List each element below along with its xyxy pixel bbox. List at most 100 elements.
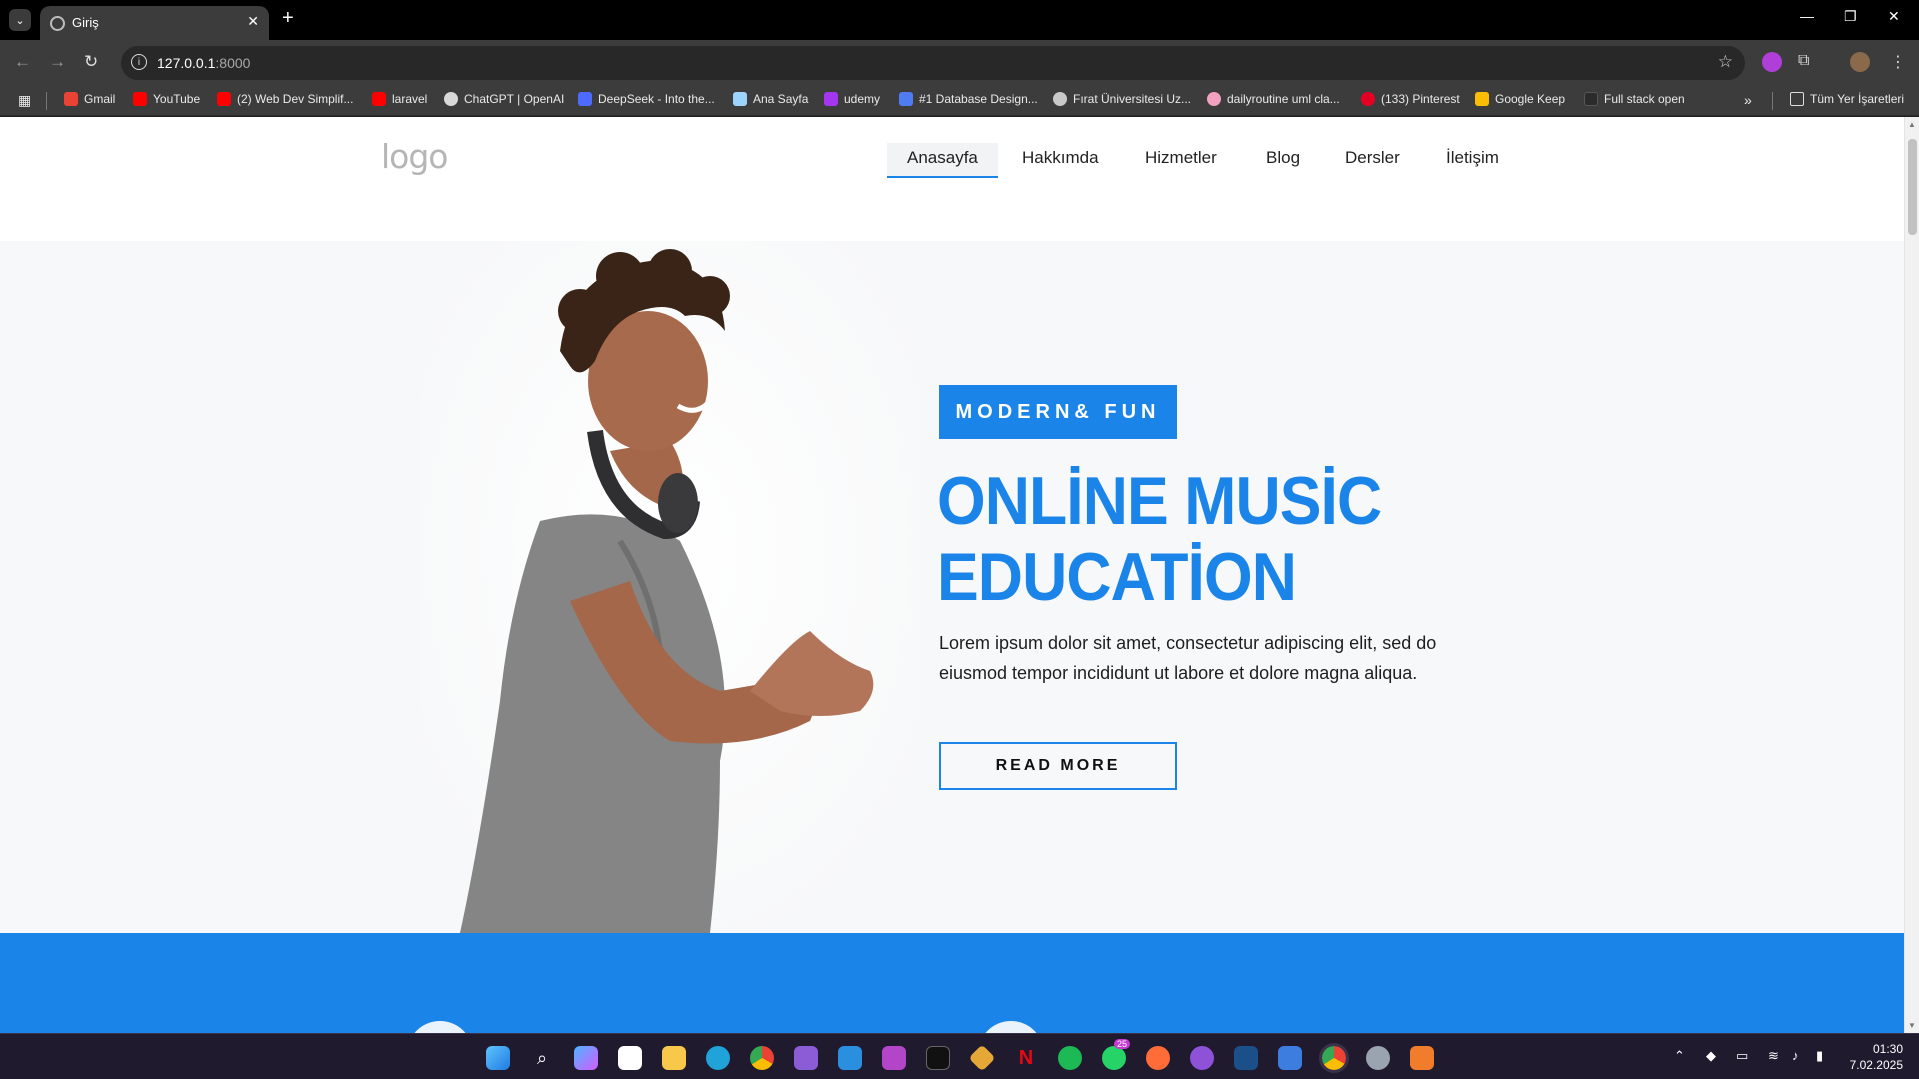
site-info-icon[interactable]: i bbox=[131, 54, 147, 70]
reload-button[interactable]: ↻ bbox=[84, 52, 98, 72]
bookmark-star-icon[interactable]: ☆ bbox=[1718, 52, 1733, 72]
tab-search-button[interactable]: ⌄ bbox=[9, 9, 31, 31]
hero-description: Lorem ipsum dolor sit amet, consectetur … bbox=[939, 633, 1437, 683]
extension-icon[interactable] bbox=[1762, 52, 1782, 72]
extensions-puzzle-icon[interactable]: ⧉ bbox=[1798, 52, 1809, 70]
apps-grid-icon[interactable]: ▦ bbox=[18, 92, 31, 109]
vscode-icon[interactable] bbox=[838, 1046, 862, 1070]
nav-hakkimda[interactable]: Hakkımda bbox=[1002, 143, 1119, 176]
netflix-icon[interactable]: N bbox=[1014, 1046, 1038, 1070]
system-clock[interactable]: 01:30 7.02.2025 bbox=[1850, 1041, 1903, 1073]
chrome-active-icon[interactable] bbox=[1319, 1043, 1349, 1073]
wifi-icon[interactable]: ≋ bbox=[1768, 1048, 1779, 1064]
minimize-button[interactable]: — bbox=[1800, 8, 1814, 24]
terminal-app-icon[interactable] bbox=[926, 1046, 950, 1070]
whatsapp-badge: 25 bbox=[1114, 1039, 1131, 1049]
bookmark-deepseek[interactable]: DeepSeek - Into the... bbox=[578, 92, 715, 106]
bookmarks-bar: ▦ Gmail YouTube (2) Web Dev Simplif... l… bbox=[0, 86, 1919, 116]
hero-image bbox=[420, 241, 920, 933]
fullstack-icon bbox=[1584, 92, 1598, 106]
clock-date: 7.02.2025 bbox=[1849, 1058, 1903, 1072]
back-button[interactable]: ← bbox=[14, 52, 31, 72]
bookmark-separator bbox=[1772, 92, 1773, 110]
url-text: 127.0.0.1:8000 bbox=[157, 55, 251, 71]
page-scrollbar[interactable]: ▲ ▼ bbox=[1904, 117, 1919, 1033]
bookmark-gmail[interactable]: Gmail bbox=[64, 92, 115, 106]
openai-icon bbox=[444, 92, 458, 106]
bookmark-firat[interactable]: Fırat Üniversitesi Uz... bbox=[1053, 92, 1191, 106]
hero-tagline: MODERN& FUN bbox=[939, 385, 1177, 439]
close-window-button[interactable]: ✕ bbox=[1888, 8, 1900, 25]
tray-chevron-icon[interactable]: ⌃ bbox=[1674, 1048, 1685, 1064]
hero-title-line1: ONLİNE MUSİC bbox=[937, 463, 1382, 539]
more-menu-icon[interactable]: ⋮ bbox=[1890, 52, 1906, 72]
diagram-icon bbox=[1207, 92, 1221, 106]
tray-app-icon[interactable]: ◆ bbox=[1706, 1048, 1716, 1064]
nav-iletisim[interactable]: İletişim bbox=[1426, 143, 1519, 176]
git-app-icon[interactable] bbox=[968, 1044, 996, 1072]
clock-time: 01:30 bbox=[1872, 1042, 1903, 1056]
bookmark-youtube[interactable]: YouTube bbox=[133, 92, 200, 106]
read-more-button[interactable]: READ MORE bbox=[939, 742, 1177, 790]
youtube-icon bbox=[133, 92, 147, 106]
browser-tab[interactable]: Giriş ✕ bbox=[40, 6, 269, 40]
hero-title-line2: EDUCATİON bbox=[937, 539, 1297, 615]
postman-icon[interactable] bbox=[1146, 1046, 1170, 1070]
close-tab-icon[interactable]: ✕ bbox=[247, 13, 259, 30]
bookmark-full-stack-open[interactable]: Full stack open bbox=[1584, 92, 1685, 106]
nav-blog[interactable]: Blog bbox=[1246, 143, 1320, 176]
nav-hizmetler[interactable]: Hizmetler bbox=[1125, 143, 1237, 176]
edge-icon[interactable] bbox=[706, 1046, 730, 1070]
copilot-icon[interactable] bbox=[574, 1046, 598, 1070]
more-bookmarks-icon[interactable]: » bbox=[1744, 92, 1752, 108]
features-section bbox=[0, 933, 1904, 1033]
new-tab-button[interactable]: + bbox=[282, 8, 294, 28]
bookmark-udemy[interactable]: udemy bbox=[824, 92, 880, 106]
all-bookmarks-button[interactable]: Tüm Yer İşaretleri bbox=[1790, 92, 1904, 106]
deepseek-icon bbox=[578, 92, 592, 106]
github-icon[interactable] bbox=[1190, 1046, 1214, 1070]
scroll-down-icon[interactable]: ▼ bbox=[1908, 1021, 1916, 1030]
settings-icon[interactable] bbox=[1366, 1046, 1390, 1070]
restore-button[interactable]: ❐ bbox=[1844, 8, 1857, 25]
chrome-icon[interactable] bbox=[750, 1046, 774, 1070]
bookmark-chatgpt[interactable]: ChatGPT | OpenAI bbox=[444, 92, 564, 106]
battery-icon[interactable]: ▮ bbox=[1816, 1048, 1823, 1064]
forward-button[interactable]: → bbox=[49, 52, 66, 72]
file-explorer-icon[interactable] bbox=[662, 1046, 686, 1070]
volume-icon[interactable]: ♪ bbox=[1792, 1048, 1799, 1063]
search-icon[interactable]: ⌕ bbox=[530, 1046, 554, 1070]
address-bar[interactable]: i 127.0.0.1:8000 ☆ bbox=[121, 46, 1745, 80]
windows-start-icon[interactable] bbox=[486, 1046, 510, 1070]
scroll-thumb[interactable] bbox=[1908, 139, 1917, 235]
store-icon[interactable] bbox=[618, 1046, 642, 1070]
xampp-icon[interactable] bbox=[1410, 1046, 1434, 1070]
tray-display-icon[interactable]: ▭ bbox=[1736, 1048, 1748, 1064]
bookmark-laravel[interactable]: laravel bbox=[372, 92, 427, 106]
nav-anasayfa[interactable]: Anasayfa bbox=[887, 143, 998, 178]
phpstorm-icon[interactable] bbox=[882, 1046, 906, 1070]
hero-title: ONLİNE MUSİC EDUCATİON bbox=[937, 463, 1489, 615]
spotify-icon[interactable] bbox=[1058, 1046, 1082, 1070]
bookmark-separator bbox=[46, 92, 47, 110]
bookmark-database-design[interactable]: #1 Database Design... bbox=[899, 92, 1038, 106]
scroll-up-icon[interactable]: ▲ bbox=[1908, 120, 1916, 129]
youtube-icon bbox=[217, 92, 231, 106]
bookmark-google-keep[interactable]: Google Keep bbox=[1475, 92, 1565, 106]
bookmark-ana-sayfa[interactable]: Ana Sayfa bbox=[733, 92, 808, 106]
steam-icon[interactable] bbox=[1234, 1046, 1258, 1070]
tab-title: Giriş bbox=[72, 15, 99, 30]
site-logo[interactable]: logo bbox=[381, 137, 448, 176]
bookmark-webdev[interactable]: (2) Web Dev Simplif... bbox=[217, 92, 353, 106]
bookmark-dailyroutine[interactable]: dailyroutine uml cla... bbox=[1207, 92, 1340, 106]
hero-section: MODERN& FUN ONLİNE MUSİC EDUCATİON Lorem… bbox=[0, 241, 1904, 933]
notion-like-icon[interactable] bbox=[1278, 1046, 1302, 1070]
bookmark-pinterest[interactable]: (133) Pinterest bbox=[1361, 92, 1460, 106]
profile-avatar[interactable] bbox=[1850, 52, 1870, 72]
gmail-icon bbox=[64, 92, 78, 106]
feather-icon bbox=[733, 92, 747, 106]
globe-icon bbox=[50, 16, 65, 31]
visual-studio-icon[interactable] bbox=[794, 1046, 818, 1070]
whatsapp-icon[interactable] bbox=[1102, 1046, 1126, 1070]
nav-dersler[interactable]: Dersler bbox=[1325, 143, 1420, 176]
